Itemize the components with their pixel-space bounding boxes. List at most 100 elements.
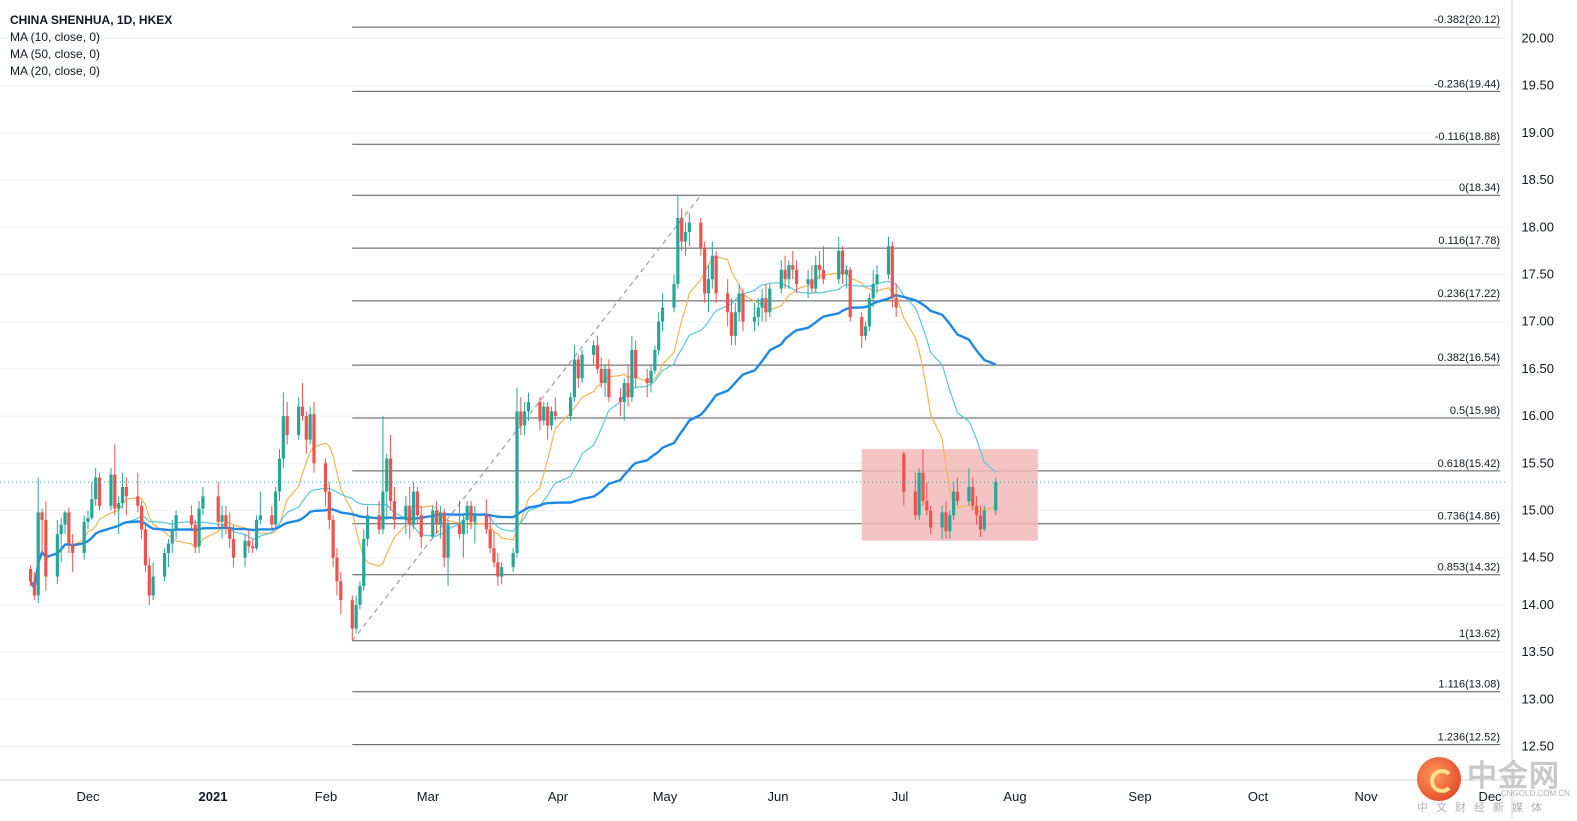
- candle-body: [653, 350, 657, 371]
- candle: [362, 529, 366, 591]
- candle-body: [484, 515, 488, 530]
- candle-body: [251, 546, 255, 549]
- price-tick-label: 20.00: [1521, 31, 1554, 46]
- candle: [143, 524, 148, 572]
- candle: [308, 406, 312, 445]
- candle-body: [844, 269, 848, 275]
- time-tick-label: Mar: [417, 789, 440, 804]
- candle-body: [143, 529, 148, 566]
- candle-body: [304, 416, 308, 440]
- candle-body: [67, 512, 71, 544]
- candle-body: [446, 524, 450, 558]
- candle-body: [595, 345, 600, 369]
- candle: [251, 538, 255, 553]
- time-tick-label: Jun: [768, 789, 789, 804]
- candle: [270, 505, 274, 530]
- candle: [392, 486, 397, 530]
- fib-level-label: 1.116(13.08): [1438, 679, 1500, 691]
- candle-body: [806, 279, 810, 284]
- ma50-legend[interactable]: MA (50, close, 0): [10, 46, 172, 63]
- candle-body: [258, 515, 262, 520]
- candle-body: [339, 581, 343, 601]
- candle-body: [917, 472, 921, 516]
- candle-body: [297, 406, 301, 435]
- candle-body: [703, 248, 707, 294]
- candle-body: [385, 458, 389, 492]
- candle-body: [645, 378, 649, 384]
- candle: [768, 283, 772, 317]
- candle: [603, 364, 607, 398]
- candle-body: [381, 491, 385, 530]
- candle-body: [166, 543, 171, 553]
- candle: [434, 501, 439, 535]
- fibonacci-retracement[interactable]: -0.382(20.12) -0.236(19.44) -0.116(18.88) 0…: [352, 14, 1500, 746]
- candle-body: [553, 411, 557, 417]
- candle: [875, 265, 879, 294]
- candle-body: [994, 482, 998, 511]
- cngold-logo-icon: [1417, 757, 1461, 801]
- time-tick-label: May: [653, 789, 678, 804]
- candle-body: [733, 312, 737, 336]
- candle: [672, 274, 676, 313]
- candle-body: [461, 519, 465, 535]
- candle-body: [549, 411, 554, 426]
- candle: [523, 401, 527, 435]
- candle-body: [415, 491, 419, 516]
- candle-body: [526, 401, 531, 412]
- candle-body: [634, 350, 638, 379]
- candle-body: [546, 406, 550, 426]
- candle-body: [312, 414, 316, 464]
- candle-body: [760, 298, 764, 308]
- candle: [304, 411, 308, 454]
- candle-body: [228, 527, 232, 539]
- candle-body: [875, 274, 879, 284]
- fib-level-label: 0.116(17.78): [1438, 235, 1500, 247]
- price-chart[interactable]: -0.382(20.12) -0.236(19.44) -0.116(18.88) 0…: [0, 0, 1577, 821]
- candle-body: [193, 524, 197, 547]
- candle: [166, 538, 171, 568]
- candle-body: [431, 510, 435, 537]
- candle-body: [392, 501, 397, 520]
- candle: [546, 401, 550, 440]
- candle-body: [277, 458, 282, 492]
- candle-body: [216, 496, 220, 522]
- candle: [71, 534, 75, 572]
- candle-body: [63, 512, 67, 525]
- time-axis[interactable]: Dec 2021 Feb Mar Apr May Jun Jul Aug Sep Oct Nov Dec: [0, 779, 1512, 804]
- price-axis[interactable]: 20.00 19.50 19.00 18.50 18.00 17.50 17.00 16.50…: [1511, 0, 1554, 820]
- candle-body: [706, 279, 711, 294]
- candle-body: [224, 515, 228, 528]
- candle-body: [174, 515, 178, 530]
- candle: [277, 449, 282, 502]
- candle-body: [741, 293, 745, 322]
- symbol-title[interactable]: CHINA SHENHUA, 1D, HKEX: [10, 12, 172, 29]
- candle: [243, 534, 247, 568]
- price-tick-label: 13.50: [1521, 644, 1554, 659]
- candle: [622, 378, 626, 421]
- candle: [140, 501, 144, 539]
- candle: [645, 368, 649, 398]
- candle: [59, 518, 63, 563]
- candle: [779, 260, 783, 294]
- candle-body: [473, 515, 477, 522]
- candle-body: [603, 368, 607, 384]
- candle-body: [500, 567, 504, 577]
- candle-body: [90, 499, 94, 519]
- candle: [388, 434, 393, 511]
- candle-body: [243, 540, 247, 558]
- candle: [381, 416, 385, 535]
- candle-body: [220, 515, 224, 522]
- time-tick-label: Nov: [1354, 789, 1378, 804]
- candle-body: [438, 512, 442, 525]
- ma10-legend[interactable]: MA (10, close, 0): [10, 29, 172, 46]
- candle: [863, 321, 868, 341]
- candle-body: [71, 543, 75, 553]
- candle-body: [580, 354, 584, 379]
- candle: [630, 335, 634, 402]
- candle-body: [94, 477, 98, 500]
- candle-body: [630, 350, 634, 398]
- candle-body: [163, 552, 167, 577]
- fib-level-label: 0.382(16.54): [1438, 352, 1500, 364]
- ma20-legend[interactable]: MA (20, close, 0): [10, 63, 172, 80]
- candle: [63, 510, 67, 535]
